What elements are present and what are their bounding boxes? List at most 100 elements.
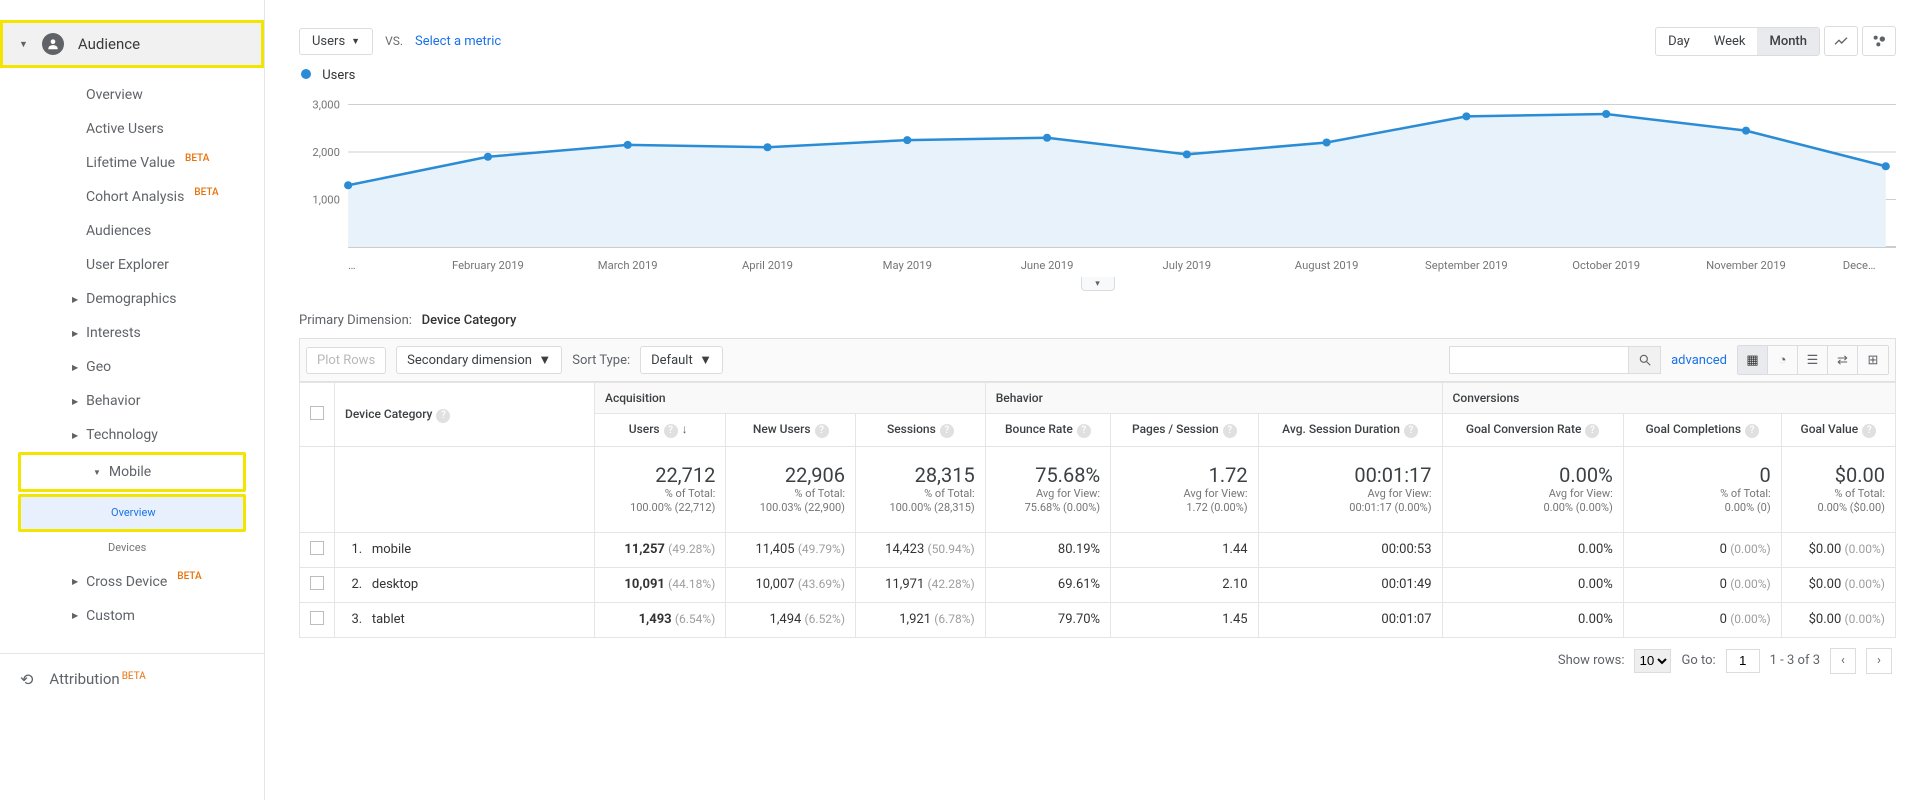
goto-input[interactable] xyxy=(1726,649,1760,673)
sidebar-item-user-explorer[interactable]: User Explorer xyxy=(0,248,264,282)
chart-controls: Users ▼ VS. Select a metric Day Week Mon… xyxy=(299,26,1896,56)
row-checkbox[interactable] xyxy=(310,611,324,625)
sidebar-item-cohort-analysis[interactable]: Cohort AnalysisBETA xyxy=(0,180,264,214)
plot-rows-button[interactable]: Plot Rows xyxy=(306,347,386,374)
svg-text:May 2019: May 2019 xyxy=(883,259,932,272)
cell-device[interactable]: 2. desktop xyxy=(335,567,595,602)
col-users[interactable]: Users?↓ xyxy=(595,414,726,447)
sidebar-item-lifetime-value[interactable]: Lifetime ValueBETA xyxy=(0,146,264,180)
data-table: Device Category? Acquisition Behavior Co… xyxy=(299,382,1896,638)
sidebar-item-mobile[interactable]: ▼ Mobile xyxy=(21,455,243,489)
table-row: 2. desktop10,091 (44.18%)10,007 (43.69%)… xyxy=(300,567,1896,602)
table-view-icon[interactable]: ▦ xyxy=(1738,346,1768,374)
help-icon[interactable]: ? xyxy=(1862,424,1876,438)
nav-label: Demographics xyxy=(86,291,176,307)
chart-expander[interactable]: ▾ xyxy=(1081,277,1115,291)
next-page-button[interactable]: › xyxy=(1866,648,1892,674)
nav-section-audience[interactable]: ▼ Audience xyxy=(0,20,264,68)
sort-default-button[interactable]: Default ▼ xyxy=(640,346,723,374)
row-checkbox[interactable] xyxy=(310,576,324,590)
select-all-checkbox[interactable] xyxy=(310,406,324,420)
sidebar-item-active-users[interactable]: Active Users xyxy=(0,112,264,146)
motion-chart-icon[interactable] xyxy=(1862,26,1896,56)
legend-label: Users xyxy=(322,68,355,83)
totals-row: 22,712% of Total:100.00% (22,712)22,906%… xyxy=(300,447,1896,533)
sidebar-bottom: ⟲ AttributionBETA xyxy=(0,653,264,701)
nav-attribution[interactable]: ⟲ AttributionBETA xyxy=(0,658,264,701)
vs-label: VS. xyxy=(385,34,403,48)
pagination: Show rows: 10 Go to: 1 - 3 of 3 ‹ › xyxy=(299,638,1896,684)
svg-text:March 2019: March 2019 xyxy=(598,259,658,272)
sidebar-item-mobile-devices[interactable]: Devices xyxy=(0,532,264,564)
col-bounce-rate[interactable]: Bounce Rate? xyxy=(985,414,1110,447)
search-input[interactable] xyxy=(1449,346,1629,374)
col-sessions[interactable]: Sessions? xyxy=(856,414,986,447)
search-button[interactable] xyxy=(1629,346,1661,374)
range-week[interactable]: Week xyxy=(1702,28,1758,55)
help-icon[interactable]: ? xyxy=(1077,424,1091,438)
help-icon[interactable]: ? xyxy=(1404,424,1418,438)
nav-label: Cross Device xyxy=(86,574,167,590)
sidebar-item-geo[interactable]: ▶ Geo xyxy=(0,350,264,384)
svg-text:February 2019: February 2019 xyxy=(452,259,524,272)
table-search xyxy=(1449,346,1661,374)
row-checkbox[interactable] xyxy=(310,541,324,555)
pivot-view-icon[interactable]: ⊞ xyxy=(1858,346,1888,374)
col-pages-session[interactable]: Pages / Session? xyxy=(1111,414,1259,447)
svg-text:August 2019: August 2019 xyxy=(1295,259,1359,272)
help-icon[interactable]: ? xyxy=(940,424,954,438)
svg-text:3,000: 3,000 xyxy=(312,99,340,112)
col-new-users[interactable]: New Users? xyxy=(726,414,856,447)
help-icon[interactable]: ? xyxy=(815,424,829,438)
comparison-view-icon[interactable]: ⇄ xyxy=(1828,346,1858,374)
help-icon[interactable]: ? xyxy=(1585,424,1599,438)
prev-page-button[interactable]: ‹ xyxy=(1830,648,1856,674)
table-row: 3. tablet1,493 (6.54%)1,494 (6.52%)1,921… xyxy=(300,602,1896,637)
secondary-dimension-button[interactable]: Secondary dimension ▼ xyxy=(396,346,562,374)
cell-device[interactable]: 1. mobile xyxy=(335,532,595,567)
sidebar-item-behavior[interactable]: ▶ Behavior xyxy=(0,384,264,418)
sidebar-item-overview[interactable]: Overview xyxy=(0,78,264,112)
sidebar-item-technology[interactable]: ▶ Technology xyxy=(0,418,264,452)
col-avg-session-duration[interactable]: Avg. Session Duration? xyxy=(1258,414,1442,447)
select-metric-link[interactable]: Select a metric xyxy=(415,34,501,49)
help-icon[interactable]: ? xyxy=(1223,424,1237,438)
range-month[interactable]: Month xyxy=(1757,28,1819,55)
nav-label: Interests xyxy=(86,325,141,341)
sidebar-item-audiences[interactable]: Audiences xyxy=(0,214,264,248)
sidebar-item-cross-device[interactable]: ▶ Cross DeviceBETA xyxy=(0,565,264,599)
sidebar-item-demographics[interactable]: ▶ Demographics xyxy=(0,282,264,316)
table-row: 1. mobile11,257 (49.28%)11,405 (49.79%)1… xyxy=(300,532,1896,567)
col-goal-conversion-rate[interactable]: Goal Conversion Rate? xyxy=(1442,414,1623,447)
cell-device[interactable]: 3. tablet xyxy=(335,602,595,637)
line-chart-icon[interactable] xyxy=(1824,26,1858,56)
caret-right-icon: ▶ xyxy=(72,363,78,372)
sidebar: ▼ Audience OverviewActive UsersLifetime … xyxy=(0,0,265,800)
col-goal-completions[interactable]: Goal Completions? xyxy=(1623,414,1781,447)
help-icon[interactable]: ? xyxy=(436,409,450,423)
svg-text:April 2019: April 2019 xyxy=(742,259,793,272)
svg-text:September 2019: September 2019 xyxy=(1425,259,1508,272)
beta-badge: BETA xyxy=(185,153,209,164)
nav-label: Behavior xyxy=(86,393,140,409)
bar-view-icon[interactable]: ☰ xyxy=(1798,346,1828,374)
advanced-link[interactable]: advanced xyxy=(1671,353,1727,368)
metric-selector[interactable]: Users ▼ xyxy=(299,28,373,55)
sidebar-item-custom[interactable]: ▶ Custom xyxy=(0,599,264,633)
caret-right-icon: ▶ xyxy=(72,577,78,586)
help-icon[interactable]: ? xyxy=(664,424,678,438)
range-day[interactable]: Day xyxy=(1656,28,1702,55)
col-group-conversions: Conversions xyxy=(1442,383,1895,414)
help-icon[interactable]: ? xyxy=(1745,424,1759,438)
primary-dimension-label: Primary Dimension: xyxy=(299,313,412,328)
sidebar-item-interests[interactable]: ▶ Interests xyxy=(0,316,264,350)
pie-view-icon[interactable]: ◔ xyxy=(1768,346,1798,374)
table-toolbar: Plot Rows Secondary dimension ▼ Sort Typ… xyxy=(299,338,1896,382)
primary-dimension-row: Primary Dimension: Device Category xyxy=(299,313,1896,328)
nav-label: Geo xyxy=(86,359,111,375)
col-goal-value[interactable]: Goal Value? xyxy=(1781,414,1895,447)
sidebar-item-mobile-overview[interactable]: Overview xyxy=(21,497,243,529)
rows-select[interactable]: 10 xyxy=(1634,649,1671,673)
goto-label: Go to: xyxy=(1681,653,1715,668)
col-device-category[interactable]: Device Category xyxy=(345,407,432,421)
